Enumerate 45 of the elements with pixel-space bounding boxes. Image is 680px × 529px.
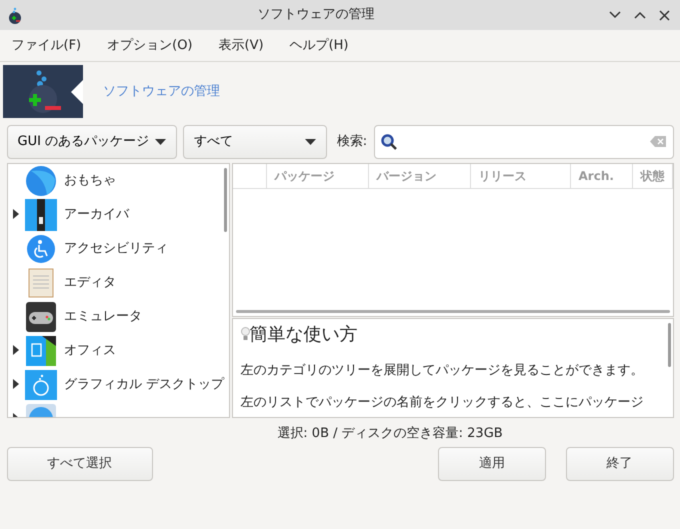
quit-button[interactable]: 終了 [566,446,674,480]
search-field[interactable] [374,124,674,159]
scrollbar-thumb[interactable] [236,310,670,313]
caret-icon [305,138,316,145]
category-item[interactable]: エミュレータ [64,307,142,326]
category-item[interactable]: アクセシビリティ [64,239,168,258]
expand-arrow-icon[interactable] [12,378,18,389]
category-item[interactable]: エディタ [64,273,116,292]
scrollbar-thumb[interactable] [224,168,226,232]
minimize-icon[interactable] [609,11,622,19]
help-title: 簡単な使い方 [250,322,358,347]
maximize-icon[interactable] [634,11,646,19]
banner-link[interactable]: ソフトウェアの管理 [102,82,220,102]
search-icon [381,134,398,150]
gamepad-icon [26,302,56,332]
search-label: 検索: [336,133,368,151]
caret-icon [154,138,166,145]
accessibility-icon [26,234,56,264]
menu-item[interactable]: オプション(O) [102,36,198,56]
category-item[interactable]: おもちゃ [64,171,116,190]
help-paragraph: 左のカテゴリのツリーを展開してパッケージを見ることができます。 [240,362,644,380]
app-icon [6,5,22,25]
lightbulb-icon [240,327,250,342]
document-icon [26,336,56,366]
menu-item[interactable]: ファイル(F) [6,36,86,56]
menu-item[interactable]: ヘルプ(H) [284,36,354,56]
expand-arrow-icon[interactable] [12,208,18,219]
filter-dropdown[interactable]: GUI のあるパッケージ [6,124,176,159]
menu-item[interactable]: 表示(V) [214,36,269,56]
close-icon[interactable] [659,10,670,20]
help-paragraph: 左のリストでパッケージの名前をクリックすると、ここにパッケージ [240,394,644,412]
category-item[interactable]: オフィス [64,341,116,360]
category-item[interactable]: グラフィカル デスクトップ [64,375,224,394]
scrollbar-thumb[interactable] [668,322,670,367]
window-title: ソフトウェアの管理 [256,6,376,24]
select-all-button[interactable]: すべて選択 [6,446,152,480]
text-document-icon [28,268,54,298]
expand-arrow-icon[interactable] [12,344,18,355]
ball-icon [24,164,56,197]
status-text: 選択: 0B / ディスクの空き容量: 23GB [276,424,504,443]
zipper-icon [24,198,56,231]
filter-dropdown[interactable]: すべて [183,124,327,159]
apply-button[interactable]: 適用 [438,446,546,480]
pot-icon [24,370,56,400]
category-item[interactable]: アーカイバ [64,205,129,224]
